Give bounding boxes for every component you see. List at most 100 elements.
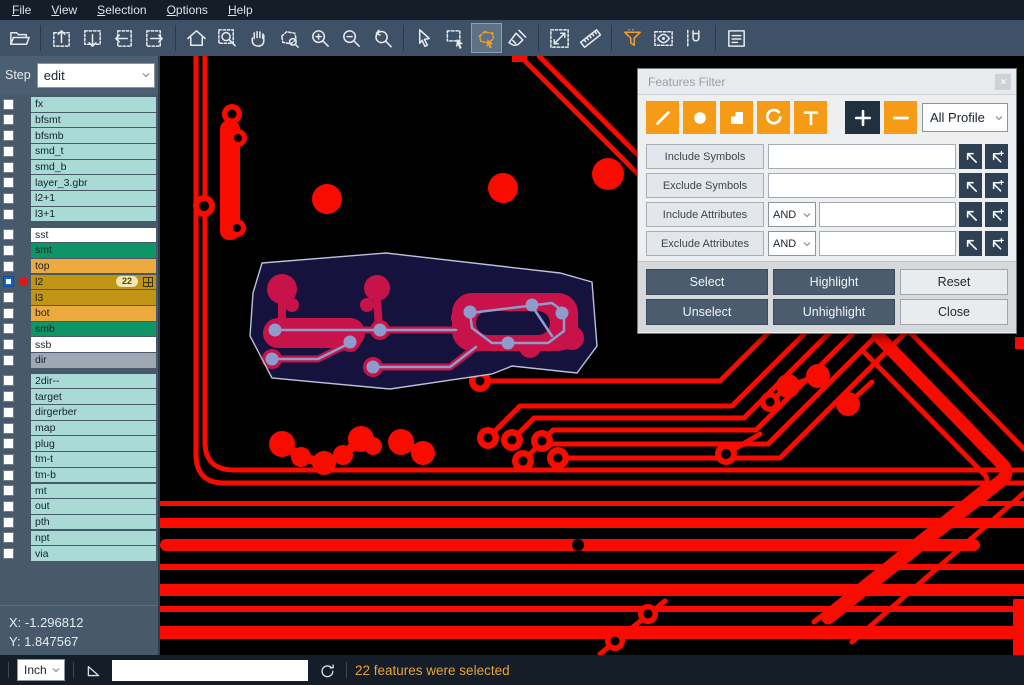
toolbar-pan-hand-button[interactable]	[243, 23, 274, 53]
command-input[interactable]	[112, 660, 308, 681]
layer-visibility-checkbox[interactable]	[3, 501, 14, 512]
select-button[interactable]: Select	[646, 269, 768, 295]
toolbar-pan-left-button[interactable]	[108, 23, 139, 53]
menu-item-view[interactable]: View	[41, 0, 87, 20]
toolbar-clean-brush-button[interactable]	[502, 23, 533, 53]
layer-visibility-checkbox[interactable]	[3, 517, 14, 528]
pick-add-from-canvas-button[interactable]	[985, 144, 1008, 169]
refresh-icon[interactable]	[316, 662, 338, 679]
unselect-button[interactable]: Unselect	[646, 299, 768, 325]
layer-row-out[interactable]: out	[0, 499, 158, 514]
surface-tool-button[interactable]	[720, 101, 753, 134]
pick-from-canvas-button[interactable]	[959, 144, 982, 169]
layer-row-target[interactable]: target	[0, 389, 158, 404]
toolbar-zoom-previous-button[interactable]	[367, 23, 398, 53]
layer-label[interactable]: mt	[31, 484, 156, 499]
layer-grid-icon[interactable]	[143, 277, 153, 287]
layer-label[interactable]: tm-b	[31, 468, 156, 483]
layer-visibility-checkbox[interactable]	[3, 130, 14, 141]
layer-label[interactable]: pth	[31, 515, 156, 530]
layer-label[interactable]: l3	[31, 290, 156, 305]
layer-row-smt[interactable]: smt	[0, 243, 158, 258]
layer-visibility-checkbox[interactable]	[3, 308, 14, 319]
pick-add-from-canvas-button[interactable]	[985, 173, 1008, 198]
layer-label[interactable]: dir	[31, 353, 156, 368]
layer-row-l2[interactable]: l222	[0, 275, 158, 290]
include-symbols-button[interactable]: Include Symbols	[646, 144, 764, 169]
toolbar-zoom-polygon-button[interactable]	[274, 23, 305, 53]
layer-visibility-checkbox[interactable]	[3, 423, 14, 434]
layer-label[interactable]: smd_b	[31, 160, 156, 175]
corner-angle-icon[interactable]	[82, 662, 104, 679]
layer-visibility-checkbox[interactable]	[3, 162, 14, 173]
layer-label[interactable]: plug	[31, 436, 156, 451]
layer-visibility-checkbox[interactable]	[3, 485, 14, 496]
layer-row-tm-t[interactable]: tm-t	[0, 452, 158, 467]
layer-label[interactable]: ssb	[31, 337, 156, 352]
dialog-title-bar[interactable]: Features Filter	[638, 69, 1016, 95]
layer-label[interactable]: layer_3.gbr	[31, 175, 156, 190]
layer-label[interactable]: bfsmb	[31, 128, 156, 143]
toolbar-measure-point-button[interactable]	[544, 23, 575, 53]
layer-row-fx[interactable]: fx	[0, 97, 158, 112]
layer-visibility-checkbox[interactable]	[3, 245, 14, 256]
layer-row-top[interactable]: top	[0, 259, 158, 274]
layer-row-bot[interactable]: bot	[0, 306, 158, 321]
layer-label[interactable]: 2dir--	[31, 374, 156, 389]
layer-visibility-checkbox[interactable]	[3, 407, 14, 418]
layer-row-l3+1[interactable]: l3+1	[0, 207, 158, 222]
layer-visibility-checkbox[interactable]	[3, 454, 14, 465]
layer-label[interactable]: l2+1	[31, 191, 156, 206]
layer-row-layer_3.gbr[interactable]: layer_3.gbr	[0, 175, 158, 190]
layer-visibility-checkbox[interactable]	[3, 548, 14, 559]
menu-item-help[interactable]: Help	[218, 0, 263, 20]
layer-row-bfsmb[interactable]: bfsmb	[0, 128, 158, 143]
toolbar-zoom-out-button[interactable]	[336, 23, 367, 53]
include-attributes-operator-select[interactable]: AND	[768, 202, 816, 227]
layer-row-ssb[interactable]: ssb	[0, 337, 158, 352]
toolbar-view-eye-button[interactable]	[648, 23, 679, 53]
close-button[interactable]: Close	[900, 299, 1008, 325]
toolbar-filter-funnel-button[interactable]	[617, 23, 648, 53]
layer-label[interactable]: bfsmt	[31, 113, 156, 128]
pcb-viewport[interactable]: Features Filter All Profile Include Symb…	[160, 56, 1024, 655]
layer-row-sst[interactable]: sst	[0, 228, 158, 243]
reset-button[interactable]: Reset	[900, 269, 1008, 295]
include-symbols-input[interactable]	[768, 144, 956, 169]
layer-visibility-checkbox[interactable]	[3, 209, 14, 220]
layer-visibility-checkbox[interactable]	[3, 146, 14, 157]
layer-visibility-checkbox[interactable]	[3, 177, 14, 188]
layer-label[interactable]: smt	[31, 243, 156, 258]
exclude-attributes-button[interactable]: Exclude Attributes	[646, 231, 764, 256]
layer-row-pth[interactable]: pth	[0, 515, 158, 530]
toolbar-snap-magnet-button[interactable]	[679, 23, 710, 53]
layer-row-2dir--[interactable]: 2dir--	[0, 374, 158, 389]
layer-label[interactable]: smb	[31, 322, 156, 337]
units-select[interactable]: Inch	[17, 659, 65, 681]
close-icon[interactable]	[995, 74, 1011, 90]
layer-row-npt[interactable]: npt	[0, 531, 158, 546]
toolbar-layers-panel-button[interactable]	[721, 23, 752, 53]
pad-tool-button[interactable]	[683, 101, 716, 134]
layer-label[interactable]: fx	[31, 97, 156, 112]
layer-row-map[interactable]: map	[0, 421, 158, 436]
layer-visibility-checkbox[interactable]	[3, 193, 14, 204]
include-attributes-button[interactable]: Include Attributes	[646, 202, 764, 227]
toolbar-pan-down-button[interactable]	[77, 23, 108, 53]
line-tool-button[interactable]	[646, 101, 679, 134]
pick-add-from-canvas-button[interactable]	[985, 231, 1008, 256]
layer-visibility-checkbox[interactable]	[3, 375, 14, 386]
layer-row-via[interactable]: via	[0, 546, 158, 561]
exclude-attributes-operator-select[interactable]: AND	[768, 231, 816, 256]
text-tool-button[interactable]	[794, 101, 827, 134]
exclude-attributes-input[interactable]	[819, 231, 956, 256]
step-select[interactable]: edit	[37, 63, 155, 88]
toolbar-select-rect-button[interactable]	[440, 23, 471, 53]
layer-label[interactable]: top	[31, 259, 156, 274]
toolbar-select-polygon-button[interactable]	[471, 23, 502, 53]
toolbar-home-button[interactable]	[181, 23, 212, 53]
layer-row-tm-b[interactable]: tm-b	[0, 468, 158, 483]
layer-visibility-checkbox[interactable]	[3, 114, 14, 125]
layer-visibility-checkbox[interactable]	[3, 292, 14, 303]
layer-visibility-checkbox[interactable]	[3, 339, 14, 350]
